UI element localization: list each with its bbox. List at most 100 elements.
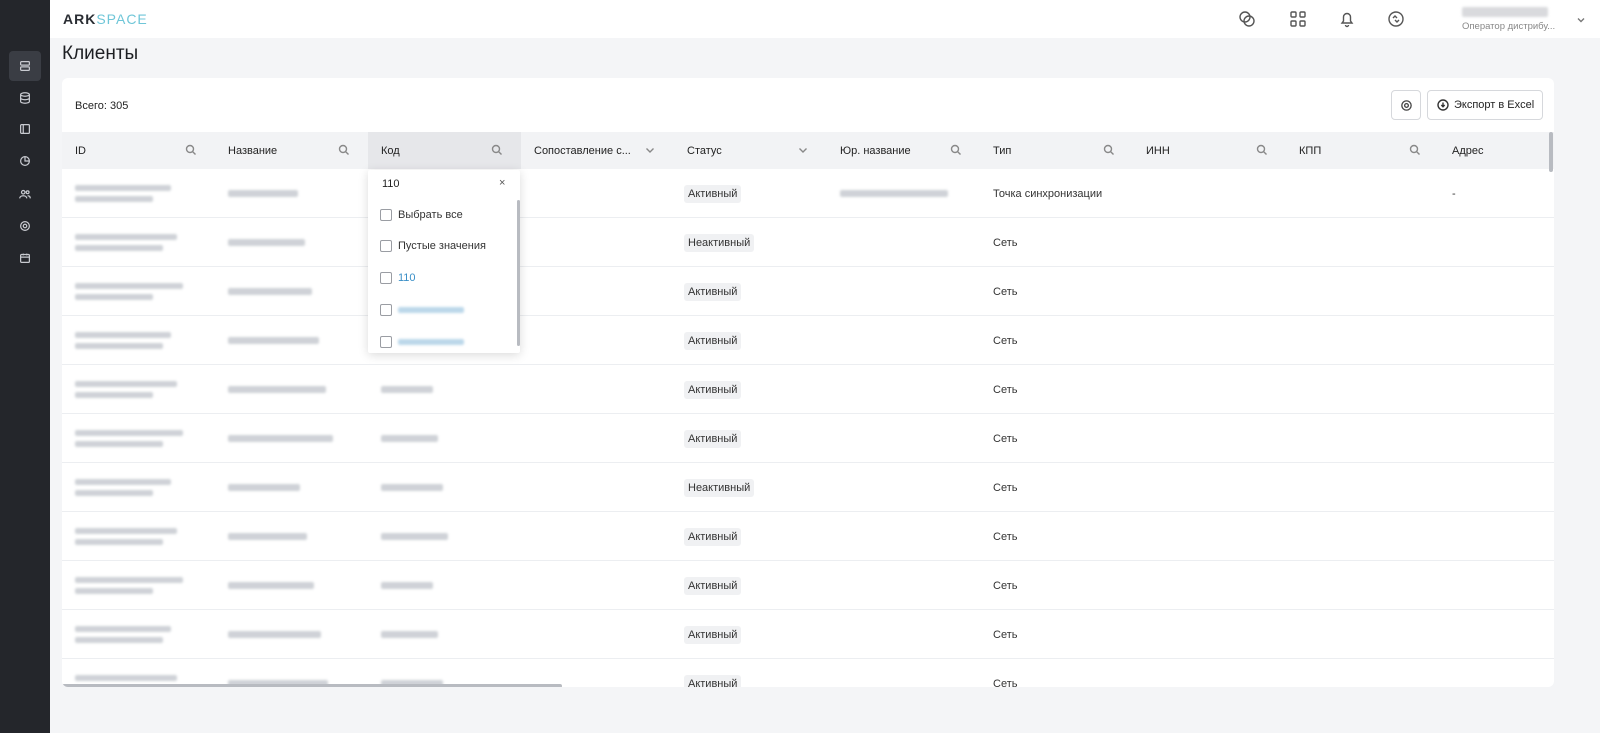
cell-kpp (1286, 169, 1439, 218)
table-settings-button[interactable] (1391, 90, 1421, 120)
table-row[interactable]: Активный Сеть (62, 610, 1554, 659)
sidebar-rail (0, 0, 50, 733)
column-header[interactable]: Статус (674, 132, 827, 169)
table-row[interactable]: Активный Сеть (62, 561, 1554, 610)
cell-id (62, 169, 215, 218)
cell-type: Точка синхронизации (993, 187, 1103, 200)
search-icon[interactable] (950, 144, 962, 156)
search-icon[interactable] (491, 144, 503, 156)
redacted-value (840, 190, 948, 197)
status-badge: Активный (684, 429, 742, 448)
cell-type: Сеть (993, 628, 1018, 641)
column-header[interactable]: КПП (1286, 132, 1439, 169)
table-row[interactable]: Активный Сеть (62, 512, 1554, 561)
dropdown-scrollbar[interactable] (517, 200, 520, 346)
filter-option-select-all[interactable]: Выбрать все (380, 207, 463, 223)
column-header[interactable]: ИНН (1133, 132, 1286, 169)
chat-icon[interactable] (1238, 10, 1256, 28)
calendar-icon[interactable] (9, 243, 41, 273)
search-icon[interactable] (1256, 144, 1268, 156)
cell-name (215, 561, 368, 610)
filter-option-value[interactable]: 110 (380, 270, 416, 286)
cell-kpp (1286, 463, 1439, 512)
cell-status: Активный (674, 316, 827, 365)
cell-address (1439, 365, 1554, 414)
column-header[interactable]: ID (62, 132, 215, 169)
filter-option-value[interactable] (380, 302, 464, 318)
checkbox[interactable] (380, 209, 392, 221)
layout-icon[interactable] (9, 114, 41, 144)
filter-search-input[interactable]: 110 (382, 178, 400, 190)
table-row[interactable]: Активный Сеть (62, 267, 1554, 316)
search-icon[interactable] (185, 144, 197, 156)
cell-name (215, 316, 368, 365)
cell-id (62, 610, 215, 659)
checkbox[interactable] (380, 240, 392, 252)
user-menu[interactable]: Оператор дистрибу... (1462, 7, 1572, 32)
bell-icon[interactable] (1338, 10, 1356, 28)
export-excel-button[interactable]: Экспорт в Excel (1427, 90, 1543, 120)
table-row[interactable]: Активный Сеть (62, 316, 1554, 365)
cell-kpp (1286, 218, 1439, 267)
column-header[interactable]: Адрес (1439, 132, 1554, 169)
chart-pie-icon[interactable] (9, 146, 41, 176)
status-badge: Активный (684, 380, 742, 399)
table-row[interactable]: Активный Точка синхронизации - (62, 169, 1554, 218)
cell-address (1439, 267, 1554, 316)
checkbox[interactable] (380, 304, 392, 316)
cell-code (368, 512, 521, 561)
status-badge: Активный (684, 331, 742, 350)
table-row[interactable]: Активный Сеть (62, 659, 1554, 687)
cell-kpp (1286, 267, 1439, 316)
cell-mapping (521, 169, 674, 218)
filter-option-value[interactable] (380, 334, 464, 350)
apps-grid-icon[interactable] (1289, 10, 1307, 28)
cell-mapping (521, 414, 674, 463)
redacted-value (75, 528, 177, 545)
redacted-value (228, 484, 300, 491)
cell-inn (1133, 610, 1286, 659)
cell-status: Активный (674, 561, 827, 610)
horizontal-scrollbar[interactable] (62, 684, 562, 687)
users-icon[interactable] (9, 179, 41, 209)
cell-legal-name (827, 316, 980, 365)
search-icon[interactable] (338, 144, 350, 156)
table-row[interactable]: Активный Сеть (62, 365, 1554, 414)
cell-mapping (521, 659, 674, 687)
sync-icon[interactable] (1387, 10, 1405, 28)
checkbox[interactable] (380, 272, 392, 284)
checkbox[interactable] (380, 336, 392, 348)
cell-legal-name (827, 169, 980, 218)
cell-type: Сеть (993, 677, 1018, 688)
cell-type: Сеть (993, 383, 1018, 396)
redacted-value (228, 582, 314, 589)
column-header[interactable]: Название (215, 132, 368, 169)
table-row[interactable]: Активный Сеть (62, 414, 1554, 463)
cell-kpp (1286, 610, 1439, 659)
chevron-down-icon[interactable] (1576, 14, 1586, 24)
gear-icon[interactable] (9, 211, 41, 241)
cell-inn (1133, 218, 1286, 267)
database-icon[interactable] (9, 83, 41, 113)
column-header[interactable]: Тип (980, 132, 1133, 169)
chevron-down-icon[interactable] (644, 144, 656, 156)
cell-legal-name (827, 218, 980, 267)
search-icon[interactable] (1103, 144, 1115, 156)
servers-icon[interactable] (9, 51, 41, 81)
cell-legal-name (827, 610, 980, 659)
column-header[interactable]: Сопоставление с... (521, 132, 674, 169)
vertical-scrollbar[interactable] (1549, 132, 1553, 172)
column-header[interactable]: Юр. название (827, 132, 980, 169)
logo[interactable]: ARKSPACE (63, 11, 148, 27)
clear-icon[interactable]: × (499, 177, 505, 189)
redacted-value (381, 484, 443, 491)
column-header[interactable]: Код (368, 132, 521, 169)
cell-kpp (1286, 414, 1439, 463)
filter-option-empty[interactable]: Пустые значения (380, 238, 486, 254)
cell-legal-name (827, 414, 980, 463)
chevron-down-icon[interactable] (797, 144, 809, 156)
table-row[interactable]: Неактивный Сеть (62, 218, 1554, 267)
cell-legal-name (827, 561, 980, 610)
search-icon[interactable] (1409, 144, 1421, 156)
table-row[interactable]: Неактивный Сеть (62, 463, 1554, 512)
